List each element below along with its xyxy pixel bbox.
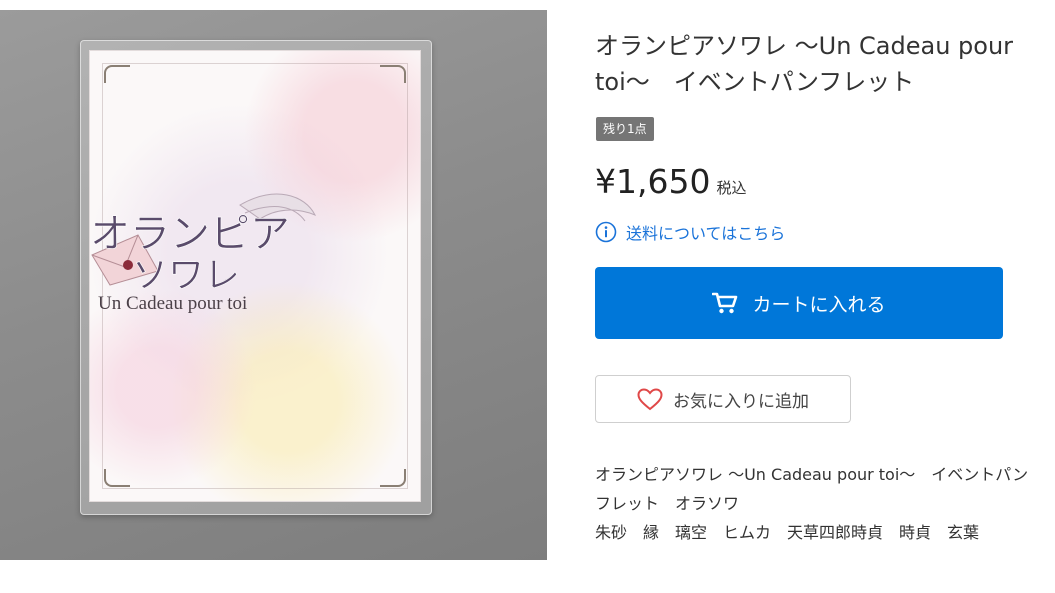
description-line: フレット オラソワ — [595, 494, 740, 513]
product-image[interactable]: オランピア ソワレ Un Cadeau pour toi — [0, 10, 547, 560]
price: ¥1,650 — [595, 162, 711, 201]
add-to-cart-label: カートに入れる — [752, 293, 886, 316]
description-line: 朱砂 縁 璃空 ヒムカ 天草四郎時貞 時貞 玄葉 — [595, 523, 980, 542]
heart-outline-icon — [637, 387, 663, 410]
product-title: オランピアソワレ ～Un Cadeau pour toi～ イベントパンフレット — [595, 32, 1014, 96]
price-row: ¥1,650 税込 — [595, 160, 746, 204]
logo-subtitle: Un Cadeau pour toi — [98, 293, 247, 314]
tax-note: 税込 — [716, 179, 747, 197]
corner-ornament — [104, 65, 130, 83]
info-circle-icon — [595, 221, 617, 243]
stock-badge: 残り1点 — [596, 117, 654, 141]
corner-ornament — [104, 469, 130, 487]
description-line: オランピアソワレ ～Un Cadeau pour toi～ イベントパン — [595, 465, 1029, 484]
cart-icon — [712, 292, 738, 314]
corner-ornament — [380, 469, 406, 487]
add-to-cart-button[interactable]: カートに入れる — [595, 267, 1003, 339]
logo-title-line2: ソワレ — [132, 255, 240, 296]
add-to-favorites-label: お気に入りに追加 — [673, 391, 809, 412]
shipping-link-label[interactable]: 送料についてはこちら — [626, 220, 785, 244]
corner-ornament — [380, 65, 406, 83]
cover-logo: オランピア ソワレ Un Cadeau pour toi — [90, 175, 320, 315]
shipping-info-link[interactable]: 送料についてはこちら — [595, 219, 785, 245]
product-description: オランピアソワレ ～Un Cadeau pour toi～ イベントパン フレッ… — [595, 460, 1050, 547]
add-to-favorites-button[interactable]: お気に入りに追加 — [595, 375, 851, 423]
logo-title-line1: オランピア — [90, 211, 290, 257]
